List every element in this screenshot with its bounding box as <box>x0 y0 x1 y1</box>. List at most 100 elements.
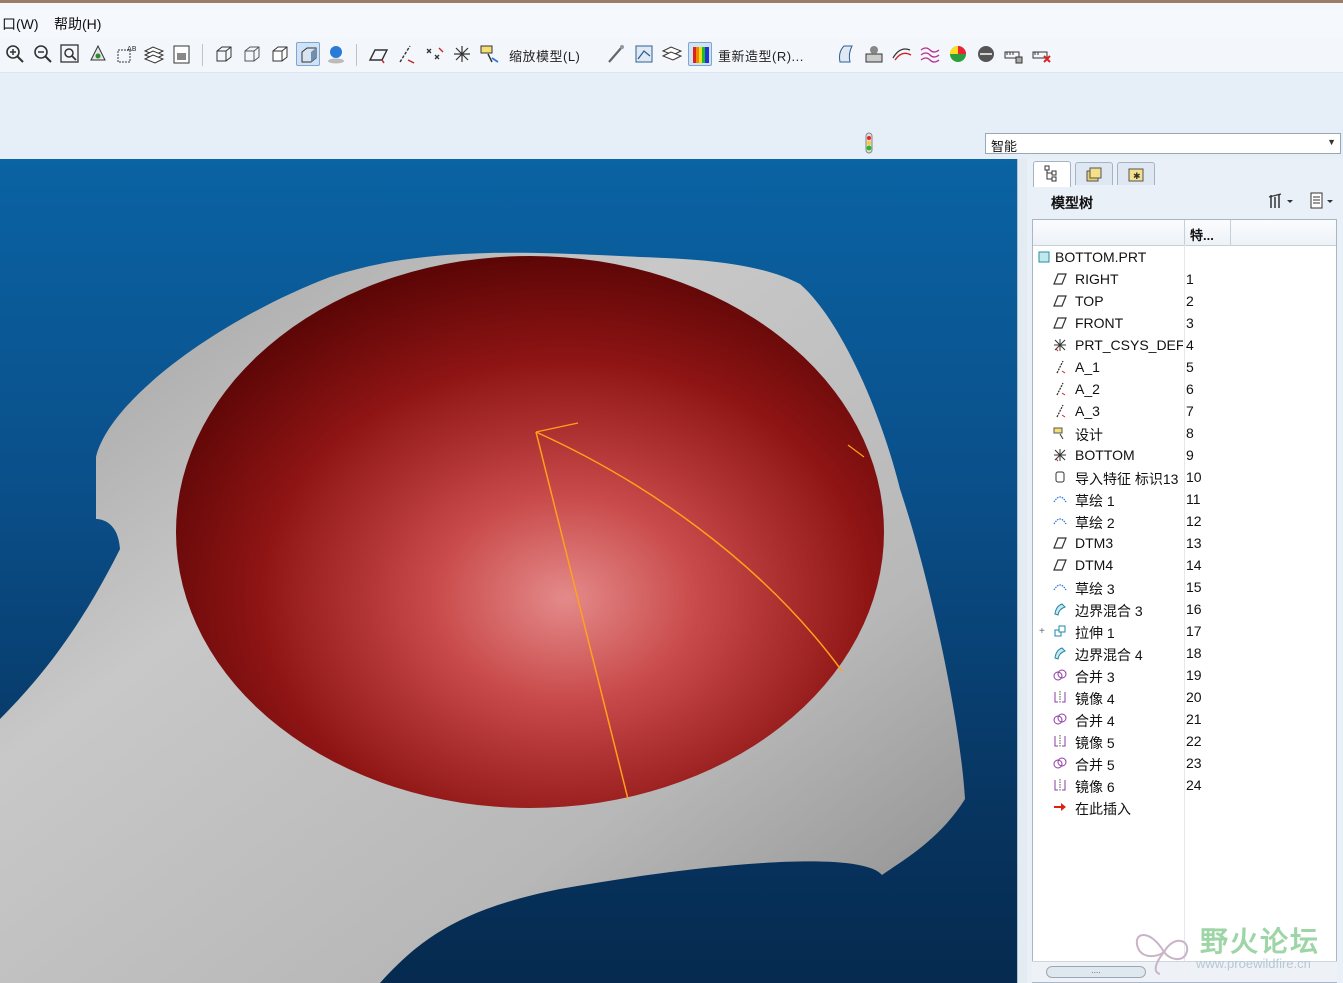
model-viewport-canvas[interactable] <box>0 159 1017 983</box>
curve-analysis-icon[interactable] <box>890 42 914 66</box>
tab-folder-browser[interactable] <box>1075 162 1113 185</box>
tree-item-feature-number: 1 <box>1186 271 1194 287</box>
shading-icon[interactable] <box>296 42 320 66</box>
tree-item[interactable]: 设计 8 <box>1033 422 1336 444</box>
datum-axis-display-icon[interactable] <box>394 42 418 66</box>
zoom-out-icon[interactable] <box>31 42 55 66</box>
tree-item-feature-number: 11 <box>1186 491 1201 507</box>
tree-item-feature-number: 14 <box>1186 557 1202 573</box>
tree-item-feature-number: 24 <box>1186 777 1202 793</box>
tree-show-button[interactable] <box>1307 191 1337 211</box>
mirror-icon <box>1053 690 1067 704</box>
graphics-window[interactable] <box>0 159 1017 983</box>
tree-item[interactable]: 草绘 1 11 <box>1033 488 1336 510</box>
column-name-header[interactable] <box>1033 220 1185 245</box>
tree-item[interactable]: DTM3 13 <box>1033 532 1336 554</box>
boundary-blend-icon <box>1053 602 1067 616</box>
delete-analysis-icon[interactable] <box>1030 42 1054 66</box>
reflection-icon[interactable] <box>918 42 942 66</box>
surface-icon[interactable] <box>834 42 858 66</box>
tree-item-label: 合并 5 <box>1075 757 1115 773</box>
zoom-model-icon[interactable] <box>478 42 502 66</box>
coordinate-display-icon[interactable] <box>450 42 474 66</box>
column-feature-header[interactable]: 特... <box>1185 220 1231 245</box>
tree-item[interactable]: A_1 5 <box>1033 356 1336 378</box>
tree-item-label: BOTTOM <box>1075 447 1135 463</box>
menu-help[interactable]: 帮助(H) <box>54 14 101 34</box>
regenerate-label[interactable]: 重新造型(R)... <box>718 46 804 65</box>
shaded-analysis-icon[interactable] <box>974 42 998 66</box>
zoom-model-label[interactable]: 缩放模型(L) <box>509 46 580 65</box>
tree-item[interactable]: 草绘 2 12 <box>1033 510 1336 532</box>
tree-item-label: 边界混合 3 <box>1075 603 1143 619</box>
zoom-in-icon[interactable] <box>3 42 27 66</box>
wireframe-icon[interactable] <box>212 42 236 66</box>
tree-root-label: BOTTOM.PRT <box>1055 249 1147 265</box>
tree-item[interactable]: 合并 3 19 <box>1033 664 1336 686</box>
tree-item[interactable]: 草绘 3 15 <box>1033 576 1336 598</box>
tree-item[interactable]: A_2 6 <box>1033 378 1336 400</box>
sketch-icon <box>1053 580 1067 594</box>
tree-item[interactable]: 导入特征 标识13 10 <box>1033 466 1336 488</box>
tree-item[interactable]: A_3 7 <box>1033 400 1336 422</box>
tree-item[interactable]: 合并 5 23 <box>1033 752 1336 774</box>
brush-icon[interactable] <box>604 42 628 66</box>
folder-browser-icon <box>1086 167 1102 182</box>
layers-icon[interactable] <box>142 42 166 66</box>
no-hidden-icon[interactable] <box>268 42 292 66</box>
tree-item-feature-number: 3 <box>1186 315 1194 331</box>
datum-point-display-icon[interactable] <box>422 42 446 66</box>
tree-item-label: RIGHT <box>1075 271 1119 287</box>
tree-item-label: TOP <box>1075 293 1104 309</box>
part-icon <box>1037 250 1051 264</box>
red-dome-surface[interactable] <box>176 256 884 808</box>
tab-favorites[interactable]: ✱ <box>1117 162 1155 185</box>
datum-plane-display-icon[interactable] <box>366 42 390 66</box>
panel-splitter[interactable] <box>1017 159 1027 983</box>
tree-item[interactable]: DTM4 14 <box>1033 554 1336 576</box>
menu-window[interactable]: 口(W) <box>2 14 39 34</box>
tree-item[interactable]: BOTTOM 9 <box>1033 444 1336 466</box>
hidden-line-icon[interactable] <box>240 42 264 66</box>
color-spectrum-icon[interactable] <box>688 42 712 66</box>
tree-item[interactable]: + 拉伸 1 17 <box>1033 620 1336 642</box>
tree-item-label: 导入特征 标识13 <box>1075 471 1179 487</box>
analysis-icon[interactable] <box>632 42 656 66</box>
saved-views-icon[interactable]: AB <box>114 42 138 66</box>
tree-item[interactable]: 边界混合 4 18 <box>1033 642 1336 664</box>
reorient-icon[interactable] <box>86 42 110 66</box>
expand-icon[interactable]: + <box>1039 626 1045 637</box>
save-analysis-icon[interactable] <box>1002 42 1026 66</box>
tree-root-item[interactable]: BOTTOM.PRT <box>1033 246 1336 268</box>
tree-item[interactable]: FRONT 3 <box>1033 312 1336 334</box>
enhanced-realism-icon[interactable] <box>324 42 348 66</box>
tree-item[interactable]: TOP 2 <box>1033 290 1336 312</box>
favorites-icon: ✱ <box>1128 168 1144 182</box>
view-manager-icon[interactable] <box>170 42 194 66</box>
tree-item-feature-number: 23 <box>1186 755 1202 771</box>
import-feature-icon <box>1053 470 1067 484</box>
layer-stack-icon[interactable] <box>660 42 684 66</box>
butterfly-logo-icon <box>1135 934 1189 975</box>
measure-icon[interactable] <box>862 42 886 66</box>
datum-plane-icon <box>1053 558 1067 572</box>
selection-filter-select[interactable]: 智能 ▼ <box>985 133 1341 154</box>
tree-item[interactable]: 镜像 5 22 <box>1033 730 1336 752</box>
tree-item[interactable]: 镜像 4 20 <box>1033 686 1336 708</box>
tree-item-feature-number: 6 <box>1186 381 1194 397</box>
datum-axis-icon <box>1053 404 1067 418</box>
curvature-icon[interactable] <box>946 42 970 66</box>
tree-item[interactable]: 合并 4 21 <box>1033 708 1336 730</box>
tab-model-tree[interactable] <box>1033 161 1071 187</box>
tree-insert-here[interactable]: 在此插入 <box>1033 796 1336 818</box>
tree-settings-button[interactable] <box>1267 191 1297 211</box>
status-light-icon <box>862 132 876 154</box>
tree-item[interactable]: PRT_CSYS_DEF 4 <box>1033 334 1336 356</box>
tree-item-label: 合并 4 <box>1075 713 1115 729</box>
tree-item[interactable]: 边界混合 3 16 <box>1033 598 1336 620</box>
tree-item[interactable]: 镜像 6 24 <box>1033 774 1336 796</box>
tree-item-label: A_1 <box>1075 359 1100 375</box>
tree-item[interactable]: RIGHT 1 <box>1033 268 1336 290</box>
tree-item-feature-number: 17 <box>1186 623 1202 639</box>
refit-icon[interactable] <box>58 42 82 66</box>
